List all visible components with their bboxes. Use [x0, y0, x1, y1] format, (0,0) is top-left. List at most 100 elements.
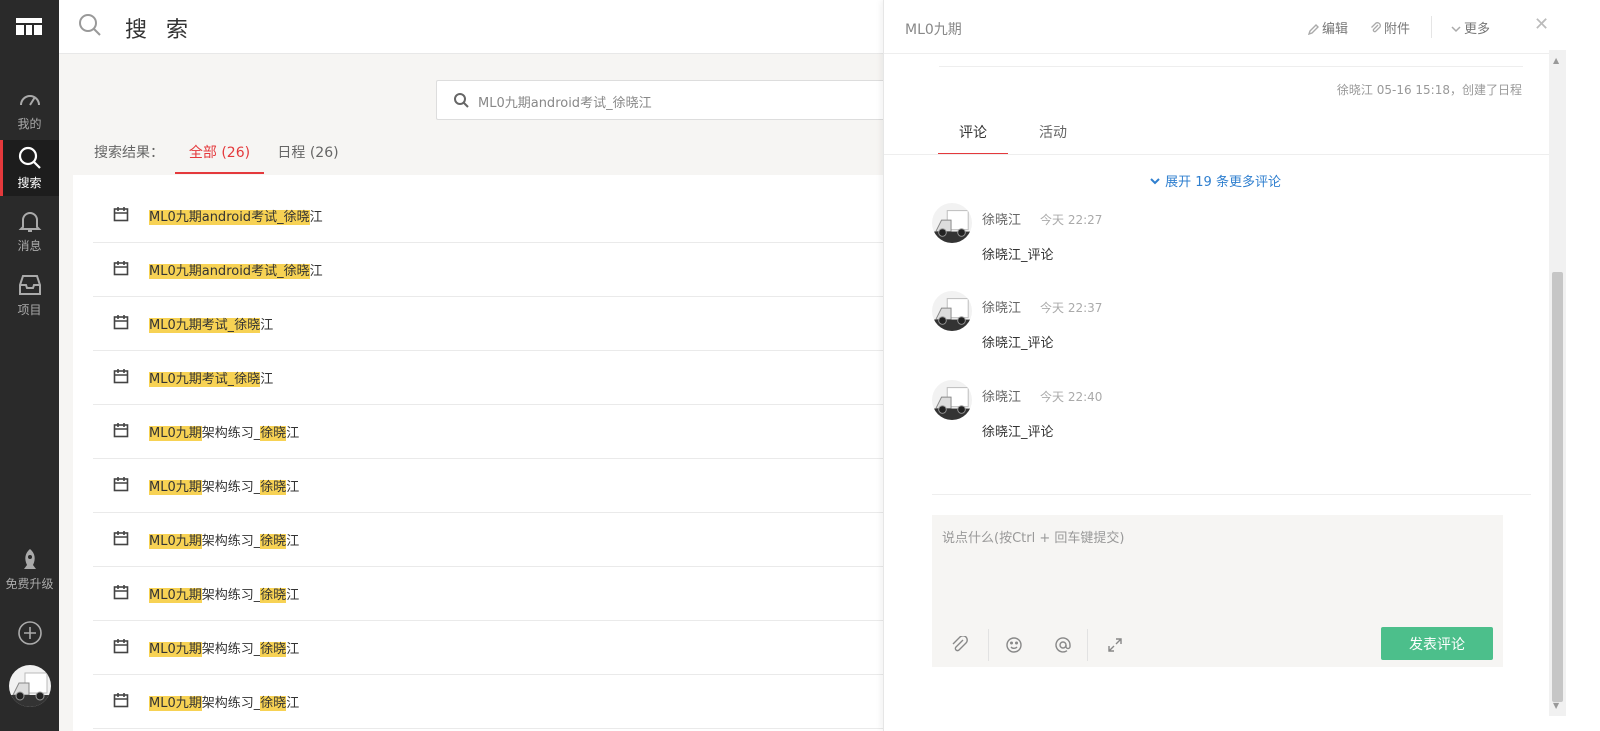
- divider: [932, 494, 1531, 495]
- paperclip-icon[interactable]: [951, 636, 969, 654]
- comment-placeholder: 说点什么(按Ctrl + 回车键提交): [942, 531, 1125, 546]
- tab-all[interactable]: 全部 (26): [175, 130, 264, 174]
- avatar[interactable]: [932, 291, 972, 331]
- search-icon: [454, 93, 469, 108]
- list-item[interactable]: ML0九期架构练习_徐晓江: [93, 675, 884, 729]
- result-title: ML0九期android考试_徐晓江: [149, 264, 323, 279]
- expand-icon[interactable]: [1106, 636, 1124, 654]
- list-item[interactable]: ML0九期架构练习_徐晓江: [93, 459, 884, 513]
- list-item[interactable]: ML0九期android考试_徐晓江: [93, 189, 884, 243]
- list-item[interactable]: ML0九期架构练习_徐晓江: [93, 405, 884, 459]
- avatar[interactable]: [932, 203, 972, 243]
- result-title: ML0九期架构练习_徐晓江: [149, 426, 300, 441]
- scrollbar[interactable]: ▲ ▼: [1549, 50, 1566, 716]
- result-title: ML0九期考试_徐晓江: [149, 318, 274, 333]
- list-item[interactable]: ML0九期架构练习_徐晓江: [93, 567, 884, 621]
- chevron-down-icon: [1150, 178, 1160, 185]
- detail-panel: ML0九期 编辑 附件 更多 ✕ 徐晓江 05-16 15:18，创建了日程 评…: [883, 0, 1600, 731]
- comment-time: 今天 22:27: [1040, 213, 1103, 227]
- result-title: ML0九期架构练习_徐晓江: [149, 642, 300, 657]
- search-icon: [79, 14, 101, 36]
- calendar-icon: [113, 207, 129, 222]
- comment-time: 今天 22:40: [1040, 390, 1103, 404]
- more-button[interactable]: 更多: [1450, 18, 1490, 37]
- comment-item: 徐晓江 今天 22:27 徐晓江_评论: [932, 203, 1532, 283]
- close-icon[interactable]: ✕: [1534, 14, 1549, 35]
- comment-time: 今天 22:37: [1040, 301, 1103, 315]
- list-item[interactable]: ML0九期架构练习_徐晓江: [93, 513, 884, 567]
- nav-item-projects[interactable]: 项目: [0, 262, 59, 324]
- list-item[interactable]: ML0九期架构练习_徐晓江: [93, 621, 884, 675]
- add-icon[interactable]: [17, 620, 43, 646]
- edit-button[interactable]: 编辑: [1307, 18, 1348, 37]
- nav-item-search[interactable]: 搜索: [0, 140, 59, 196]
- tab-activity[interactable]: 活动: [1018, 122, 1088, 155]
- calendar-icon: [113, 369, 129, 384]
- expand-comments-link[interactable]: 展开 19 条更多评论: [1149, 171, 1281, 190]
- left-nav: 我的 搜索 消息 项目 免费升级: [0, 0, 59, 731]
- nav-label: 项目: [17, 303, 42, 317]
- scrollbar-thumb[interactable]: [1552, 272, 1563, 702]
- chevron-down-icon: [1451, 26, 1461, 33]
- paperclip-icon: [1371, 22, 1381, 33]
- page-title: 搜 索: [125, 18, 194, 43]
- pencil-icon: [1307, 24, 1319, 36]
- tab-comments[interactable]: 评论: [938, 122, 1008, 155]
- upgrade-label: 免费升级: [5, 577, 54, 591]
- comment-item: 徐晓江 今天 22:40 徐晓江_评论: [932, 380, 1532, 460]
- divider: [884, 154, 1549, 155]
- comment-item: 徐晓江 今天 22:37 徐晓江_评论: [932, 291, 1532, 371]
- submit-comment-button[interactable]: 发表评论: [1381, 627, 1493, 660]
- result-title: ML0九期android考试_徐晓江: [149, 210, 323, 225]
- bell-icon: [18, 212, 41, 232]
- avatar[interactable]: [932, 380, 972, 420]
- list-item[interactable]: ML0九期考试_徐晓江: [93, 297, 884, 351]
- panel-title: ML0九期: [905, 22, 962, 38]
- calendar-icon: [113, 693, 129, 708]
- comment-editor[interactable]: 说点什么(按Ctrl + 回车键提交) 发表评论: [932, 515, 1503, 667]
- comment-body: 徐晓江_评论: [982, 248, 1054, 263]
- avatar[interactable]: [9, 665, 51, 707]
- attach-button[interactable]: 附件: [1370, 18, 1410, 37]
- calendar-icon: [113, 585, 129, 600]
- comment-author: 徐晓江: [982, 301, 1022, 316]
- tab-schedule[interactable]: 日程 (26): [273, 130, 343, 174]
- comment-body: 徐晓江_评论: [982, 425, 1054, 440]
- list-item[interactable]: ML0九期考试_徐晓江: [93, 351, 884, 405]
- emoji-icon[interactable]: [1005, 636, 1023, 654]
- divider: [1431, 16, 1432, 38]
- result-title: ML0九期架构练习_徐晓江: [149, 588, 300, 603]
- rocket-icon: [23, 549, 36, 569]
- scroll-up-icon[interactable]: ▲: [1553, 56, 1559, 65]
- nav-item-messages[interactable]: 消息: [0, 198, 59, 260]
- comment-author: 徐晓江: [982, 213, 1022, 228]
- dashboard-icon: [19, 95, 40, 106]
- calendar-icon: [113, 423, 129, 438]
- search-value: ML0九期android考试_徐晓江: [478, 96, 652, 111]
- list-item[interactable]: ML0九期android考试_徐晓江: [93, 243, 884, 297]
- result-title: ML0九期架构练习_徐晓江: [149, 534, 300, 549]
- search-input[interactable]: ML0九期android考试_徐晓江: [436, 80, 884, 120]
- upgrade-button[interactable]: 免费升级: [0, 548, 59, 592]
- calendar-icon: [113, 639, 129, 654]
- divider: [939, 66, 1523, 67]
- mention-icon[interactable]: [1054, 636, 1072, 654]
- calendar-icon: [113, 261, 129, 276]
- search-icon: [18, 146, 41, 169]
- created-info: 徐晓江 05-16 15:18，创建了日程: [1336, 83, 1522, 97]
- filter-label: 搜索结果：: [94, 145, 164, 161]
- result-title: ML0九期架构练习_徐晓江: [149, 480, 300, 495]
- nav-label: 我的: [17, 117, 42, 131]
- nav-item-mine[interactable]: 我的: [0, 76, 59, 138]
- calendar-icon: [113, 315, 129, 330]
- scroll-down-icon[interactable]: ▼: [1553, 701, 1559, 710]
- logo-icon[interactable]: [16, 18, 42, 35]
- result-title: ML0九期考试_徐晓江: [149, 372, 274, 387]
- result-title: ML0九期架构练习_徐晓江: [149, 696, 300, 711]
- results-list: ML0九期android考试_徐晓江 ML0九期android考试_徐晓江 ML…: [73, 175, 884, 731]
- calendar-icon: [113, 531, 129, 546]
- divider: [1087, 629, 1088, 661]
- nav-label: 消息: [17, 239, 42, 253]
- divider: [988, 629, 989, 661]
- top-bar: 搜 索: [59, 0, 884, 54]
